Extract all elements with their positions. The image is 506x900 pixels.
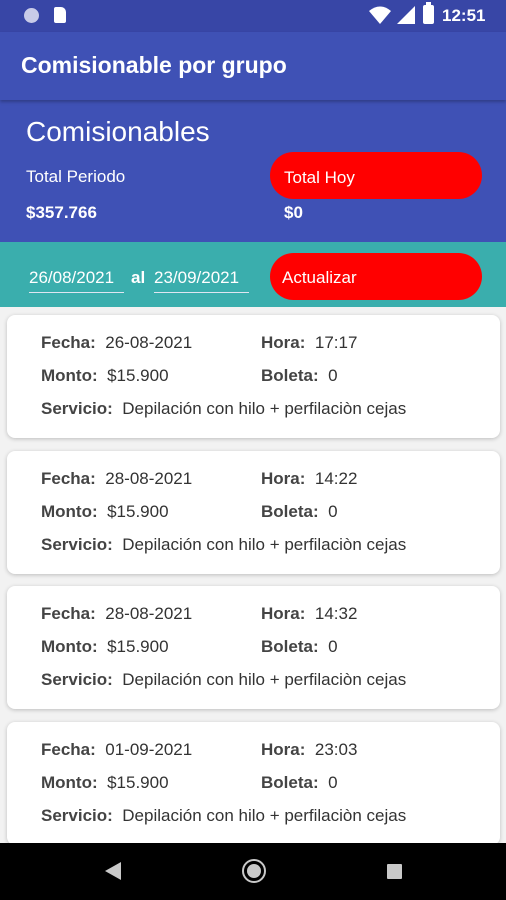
monto-label: Monto: bbox=[41, 366, 98, 385]
hora-value: 17:17 bbox=[314, 333, 358, 352]
boleta-field: Boleta: 0 bbox=[261, 502, 338, 522]
clock: 12:51 bbox=[442, 6, 486, 25]
app-title: Comisionable por grupo bbox=[21, 52, 287, 78]
fecha-value: 28-08-2021 bbox=[105, 604, 193, 623]
fecha-value: 26-08-2021 bbox=[105, 333, 193, 352]
boleta-field: Boleta: 0 bbox=[261, 637, 338, 657]
servicio-value: Depilación con hilo + perfilaciòn cejas bbox=[122, 535, 407, 554]
hora-value: 23:03 bbox=[314, 740, 358, 759]
fecha-field: Fecha: 26-08-2021 bbox=[41, 333, 192, 353]
servicio-label: Servicio: bbox=[41, 806, 113, 825]
list-item[interactable]: Fecha: 28-08-2021 Hora: 14:32 Monto: $15… bbox=[7, 586, 500, 709]
hora-label: Hora: bbox=[261, 604, 306, 623]
list-item[interactable]: Fecha: 28-08-2021 Hora: 14:22 Monto: $15… bbox=[7, 451, 500, 574]
servicio-field: Servicio: Depilación con hilo + perfilac… bbox=[41, 399, 406, 419]
monto-label: Monto: bbox=[41, 637, 98, 656]
hora-field: Hora: 14:22 bbox=[261, 469, 357, 489]
date-filter-bar: 26/08/2021 al 23/09/2021 Actualizar bbox=[0, 242, 506, 307]
monto-value: $15.900 bbox=[107, 366, 169, 385]
fecha-field: Fecha: 01-09-2021 bbox=[41, 740, 192, 760]
hora-label: Hora: bbox=[261, 740, 306, 759]
back-icon[interactable] bbox=[105, 862, 121, 880]
date-from-field[interactable]: 26/08/2021 bbox=[29, 268, 124, 293]
servicio-field: Servicio: Depilación con hilo + perfilac… bbox=[41, 806, 406, 826]
boleta-value: 0 bbox=[328, 366, 338, 385]
home-icon[interactable] bbox=[242, 859, 266, 883]
refresh-button[interactable]: Actualizar bbox=[270, 253, 482, 300]
boleta-label: Boleta: bbox=[261, 502, 319, 521]
fecha-label: Fecha: bbox=[41, 333, 96, 352]
servicio-label: Servicio: bbox=[41, 535, 113, 554]
period-total-label: Total Periodo bbox=[26, 167, 126, 186]
fecha-field: Fecha: 28-08-2021 bbox=[41, 604, 192, 624]
boleta-label: Boleta: bbox=[261, 366, 319, 385]
list-item[interactable]: Fecha: 01-09-2021 Hora: 23:03 Monto: $15… bbox=[7, 722, 500, 843]
monto-field: Monto: $15.900 bbox=[41, 773, 169, 793]
monto-label: Monto: bbox=[41, 773, 98, 792]
list-item[interactable]: Fecha: 26-08-2021 Hora: 17:17 Monto: $15… bbox=[7, 315, 500, 438]
monto-field: Monto: $15.900 bbox=[41, 502, 169, 522]
hora-value: 14:32 bbox=[314, 604, 358, 623]
hora-label: Hora: bbox=[261, 469, 306, 488]
servicio-value: Depilación con hilo + perfilaciòn cejas bbox=[122, 399, 407, 418]
servicio-value: Depilación con hilo + perfilaciòn cejas bbox=[122, 806, 407, 825]
fecha-value: 01-09-2021 bbox=[105, 740, 193, 759]
monto-label: Monto: bbox=[41, 502, 98, 521]
boleta-label: Boleta: bbox=[261, 773, 319, 792]
fecha-label: Fecha: bbox=[41, 604, 96, 623]
boleta-value: 0 bbox=[328, 773, 338, 792]
boleta-field: Boleta: 0 bbox=[261, 366, 338, 386]
servicio-field: Servicio: Depilación con hilo + perfilac… bbox=[41, 535, 406, 555]
monto-value: $15.900 bbox=[107, 637, 169, 656]
period-total-value: $357.766 bbox=[26, 203, 97, 222]
cell-signal-icon bbox=[397, 6, 415, 24]
boleta-field: Boleta: 0 bbox=[261, 773, 338, 793]
hora-value: 14:22 bbox=[314, 469, 358, 488]
date-separator: al bbox=[131, 268, 146, 287]
status-bar: 12:51 bbox=[0, 0, 506, 32]
today-total-value: $0 bbox=[284, 203, 303, 222]
sd-card-icon bbox=[54, 7, 66, 23]
hora-field: Hora: 17:17 bbox=[261, 333, 357, 353]
monto-value: $15.900 bbox=[107, 502, 169, 521]
navigation-bar bbox=[0, 843, 506, 900]
wifi-icon bbox=[369, 6, 391, 24]
notification-dot-icon bbox=[24, 8, 39, 23]
hora-field: Hora: 14:32 bbox=[261, 604, 357, 624]
summary-heading: Comisionables bbox=[26, 116, 210, 147]
fecha-field: Fecha: 28-08-2021 bbox=[41, 469, 192, 489]
hora-field: Hora: 23:03 bbox=[261, 740, 357, 760]
monto-value: $15.900 bbox=[107, 773, 169, 792]
monto-field: Monto: $15.900 bbox=[41, 637, 169, 657]
summary-panel: Comisionables Total Periodo $357.766 Tot… bbox=[0, 100, 506, 242]
servicio-label: Servicio: bbox=[41, 670, 113, 689]
boleta-value: 0 bbox=[328, 637, 338, 656]
boleta-label: Boleta: bbox=[261, 637, 319, 656]
battery-icon bbox=[423, 2, 434, 24]
today-total-button[interactable]: Total Hoy bbox=[270, 152, 482, 199]
app-bar: Comisionable por grupo bbox=[0, 32, 506, 100]
servicio-label: Servicio: bbox=[41, 399, 113, 418]
recent-apps-icon[interactable] bbox=[387, 864, 402, 879]
boleta-value: 0 bbox=[328, 502, 338, 521]
servicio-field: Servicio: Depilación con hilo + perfilac… bbox=[41, 670, 406, 690]
fecha-label: Fecha: bbox=[41, 740, 96, 759]
fecha-label: Fecha: bbox=[41, 469, 96, 488]
records-list[interactable]: Fecha: 26-08-2021 Hora: 17:17 Monto: $15… bbox=[0, 307, 506, 843]
date-to-field[interactable]: 23/09/2021 bbox=[154, 268, 249, 293]
monto-field: Monto: $15.900 bbox=[41, 366, 169, 386]
servicio-value: Depilación con hilo + perfilaciòn cejas bbox=[122, 670, 407, 689]
hora-label: Hora: bbox=[261, 333, 306, 352]
fecha-value: 28-08-2021 bbox=[105, 469, 193, 488]
